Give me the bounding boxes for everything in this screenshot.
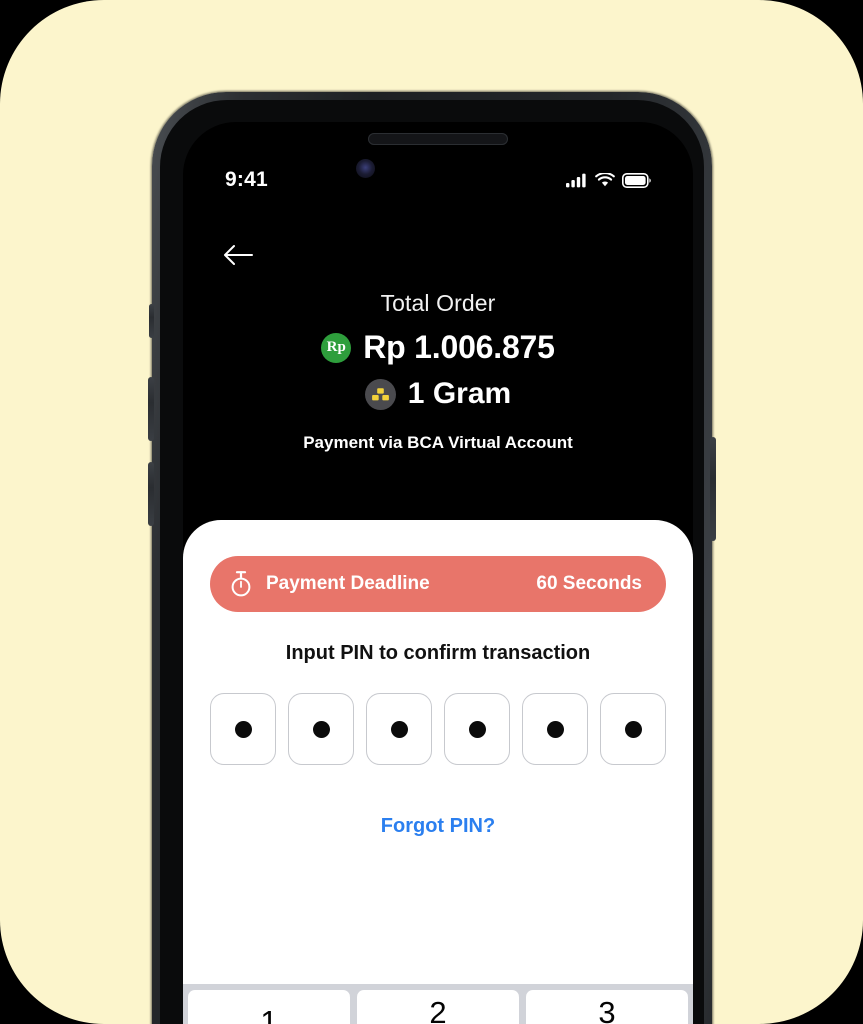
keypad-row: 1 2 ABC 3 DEF bbox=[183, 990, 693, 1024]
key-digit: 3 bbox=[598, 995, 616, 1024]
pin-input-group[interactable] bbox=[210, 693, 666, 765]
volume-up-button[interactable] bbox=[148, 377, 154, 441]
status-bar: 9:41 bbox=[183, 162, 693, 198]
total-order-label: Total Order bbox=[380, 290, 496, 316]
pin-digit-box[interactable] bbox=[288, 693, 354, 765]
total-amount-row: Rp Rp 1.006.875 bbox=[183, 329, 693, 366]
keypad-key-3[interactable]: 3 DEF bbox=[526, 990, 688, 1024]
earpiece-speaker bbox=[368, 133, 508, 145]
back-button[interactable] bbox=[215, 232, 261, 278]
pin-digit-box[interactable] bbox=[366, 693, 432, 765]
gold-bars-icon bbox=[364, 378, 396, 410]
battery-full-icon bbox=[622, 172, 651, 188]
stopwatch-icon bbox=[231, 571, 251, 597]
keypad-key-1[interactable]: 1 bbox=[188, 990, 350, 1024]
pin-digit-box[interactable] bbox=[444, 693, 510, 765]
gold-weight-value: 1 Gram bbox=[407, 377, 512, 410]
payment-deadline-banner: Payment Deadline 60 Seconds bbox=[210, 556, 666, 612]
numeric-keypad: 1 2 ABC 3 DEF bbox=[183, 984, 693, 1024]
pin-dot-icon bbox=[624, 720, 642, 738]
pin-dot-icon bbox=[312, 720, 330, 738]
mute-switch-button[interactable] bbox=[149, 304, 154, 338]
phone-screen: 9:41 Total Order Rp Rp 1.006.875 1 Gram … bbox=[183, 122, 693, 1024]
key-digit: 1 bbox=[260, 1003, 278, 1024]
key-digit: 2 bbox=[429, 995, 447, 1024]
payment-deadline-countdown: 60 Seconds bbox=[536, 573, 642, 594]
pin-dot-icon bbox=[546, 720, 564, 738]
pin-dot-icon bbox=[390, 720, 408, 738]
payment-method-label: Payment via BCA Virtual Account bbox=[303, 433, 573, 452]
pin-dot-icon bbox=[468, 720, 486, 738]
keypad-key-2[interactable]: 2 ABC bbox=[357, 990, 519, 1024]
pin-digit-box[interactable] bbox=[522, 693, 588, 765]
status-bar-icons bbox=[566, 172, 651, 188]
back-arrow-icon bbox=[224, 245, 253, 265]
order-summary-header: Total Order Rp Rp 1.006.875 1 Gram Payme… bbox=[183, 290, 693, 453]
pin-digit-box[interactable] bbox=[600, 693, 666, 765]
power-button[interactable] bbox=[710, 437, 716, 541]
phone-bezel: 9:41 Total Order Rp Rp 1.006.875 1 Gram … bbox=[160, 100, 704, 1024]
page-background: 9:41 Total Order Rp Rp 1.006.875 1 Gram … bbox=[0, 0, 863, 1024]
status-bar-clock: 9:41 bbox=[225, 168, 268, 191]
wifi-icon bbox=[595, 172, 615, 186]
volume-down-button[interactable] bbox=[148, 462, 154, 526]
gold-weight-row: 1 Gram bbox=[183, 377, 693, 411]
pin-digit-box[interactable] bbox=[210, 693, 276, 765]
pin-prompt-label: Input PIN to confirm transaction bbox=[285, 642, 591, 664]
cellular-signal-icon bbox=[566, 173, 586, 187]
forgot-pin-link[interactable]: Forgot PIN? bbox=[183, 815, 693, 838]
pin-entry-sheet: Payment Deadline 60 Seconds Input PIN to… bbox=[183, 520, 693, 1024]
pin-dot-icon bbox=[234, 720, 252, 738]
total-amount-value: Rp 1.006.875 bbox=[363, 329, 555, 365]
payment-deadline-label: Payment Deadline bbox=[266, 573, 430, 594]
rupiah-currency-icon: Rp bbox=[321, 332, 352, 363]
phone-device-frame: 9:41 Total Order Rp Rp 1.006.875 1 Gram … bbox=[148, 92, 716, 1024]
